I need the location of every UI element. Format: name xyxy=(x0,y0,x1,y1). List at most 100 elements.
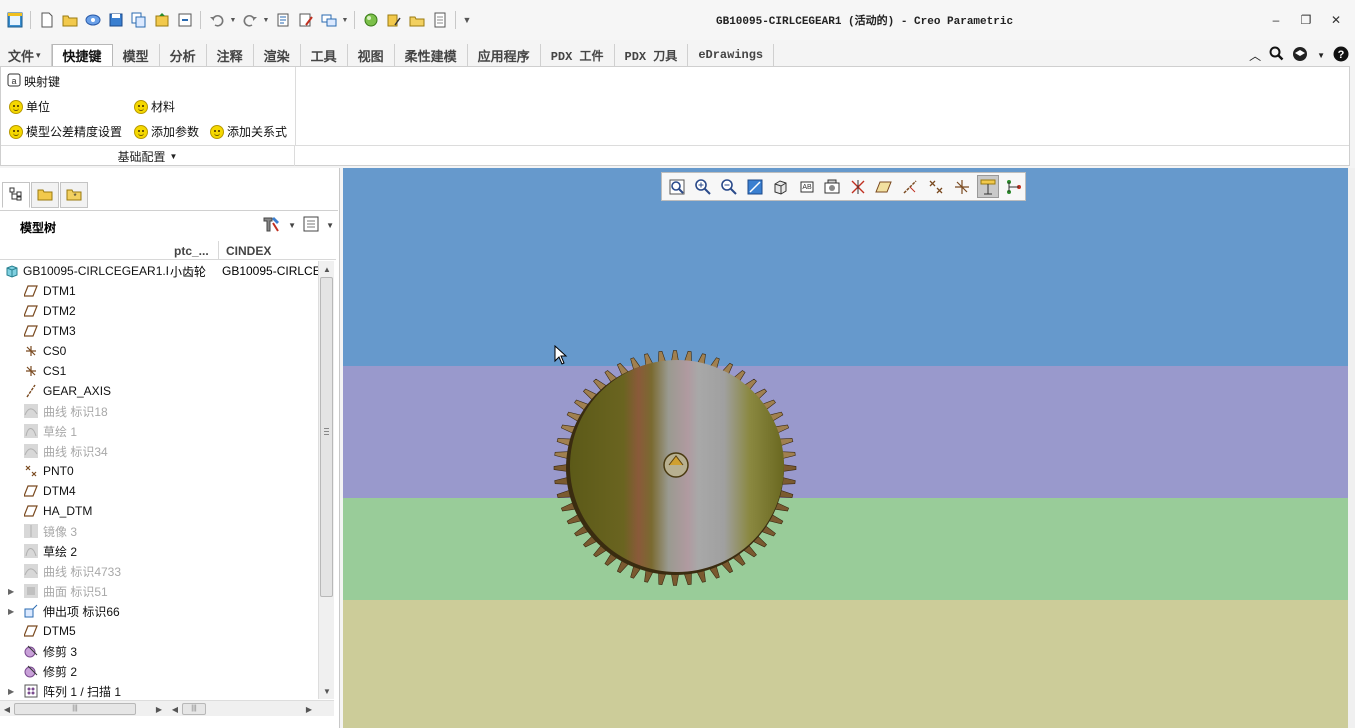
scroll-thumb[interactable] xyxy=(320,277,333,597)
tab-9[interactable]: 应用程序 xyxy=(468,44,541,66)
folder-browser-tab[interactable] xyxy=(31,182,59,208)
tab-12[interactable]: eDrawings xyxy=(688,44,775,66)
show-icon[interactable] xyxy=(302,215,320,235)
tree-row[interactable]: CS0 xyxy=(0,341,318,361)
new-icon[interactable] xyxy=(36,10,57,31)
tree-row[interactable]: DTM2 xyxy=(0,301,318,321)
copy-icon[interactable] xyxy=(128,10,149,31)
tree-row[interactable]: DTM5 xyxy=(0,621,318,641)
show-dropdown-icon[interactable]: ▼ xyxy=(326,221,334,230)
hscroll-thumb-right[interactable]: ||| xyxy=(182,703,206,715)
material-button[interactable]: 材料 xyxy=(134,98,175,115)
tree-horizontal-scrollbar[interactable]: ◀ ||| ▶ ◀ ||| ▶ xyxy=(0,700,334,716)
settings-icon[interactable] xyxy=(262,215,282,235)
column-cindex[interactable]: CINDEX xyxy=(226,244,271,258)
tree-row[interactable]: CS1 xyxy=(0,361,318,381)
regenerate-icon[interactable] xyxy=(272,10,293,31)
tree-row[interactable]: 草绘 1 xyxy=(0,421,318,441)
windows-dropdown-icon[interactable]: ▼ xyxy=(341,17,349,24)
gear-model[interactable] xyxy=(343,168,1348,728)
favorites-tab[interactable]: * xyxy=(60,182,88,208)
annotation-display-icon[interactable] xyxy=(977,175,1000,198)
display-style-icon[interactable] xyxy=(770,175,792,198)
tab-1[interactable]: 快捷键 xyxy=(51,44,113,66)
scroll-up-icon[interactable]: ▲ xyxy=(319,261,335,277)
tree-row[interactable]: ▶ 曲面 标识51 xyxy=(0,581,318,601)
hscroll-thumb-left[interactable]: ||| xyxy=(14,703,136,715)
tab-6[interactable]: 工具 xyxy=(301,44,348,66)
learning-dropdown-icon[interactable]: ▼ xyxy=(1317,51,1325,60)
saved-orientations-icon[interactable]: AB xyxy=(796,175,818,198)
tree-row[interactable]: DTM1 xyxy=(0,281,318,301)
undo-icon[interactable] xyxy=(206,10,227,31)
tree-root-row[interactable]: GB10095-CIRLCEGEAR1.PRT 小齿轮 GB10095-CIRL… xyxy=(0,261,318,281)
redo-dropdown-icon[interactable]: ▼ xyxy=(262,17,270,24)
group-label-basic-config[interactable]: 基础配置 ▼ xyxy=(1,146,295,166)
settings-dropdown-icon[interactable]: ▼ xyxy=(288,221,296,230)
tree-row[interactable]: 曲线 标识4733 xyxy=(0,561,318,581)
tree-row[interactable]: 曲线 标识34 xyxy=(0,441,318,461)
tab-3[interactable]: 分析 xyxy=(160,44,207,66)
axis-display-icon[interactable] xyxy=(899,175,921,198)
tree-row[interactable]: GEAR_AXIS xyxy=(0,381,318,401)
tree-row[interactable]: HA_DTM xyxy=(0,501,318,521)
tree-row[interactable]: 修剪 3 xyxy=(0,641,318,661)
model-tree-tab[interactable] xyxy=(2,182,30,208)
point-display-icon[interactable] xyxy=(925,175,947,198)
add-parameters-button[interactable]: 添加参数 xyxy=(134,123,199,140)
folder-icon[interactable] xyxy=(406,10,427,31)
maximize-icon[interactable]: ❐ xyxy=(1293,10,1319,30)
tree-row[interactable]: ▶ 伸出项 标识66 xyxy=(0,601,318,621)
zoom-out-icon[interactable] xyxy=(718,175,740,198)
scroll-left-icon[interactable]: ◀ xyxy=(0,701,14,717)
repaint-icon[interactable] xyxy=(744,175,766,198)
graphics-window[interactable]: AB xyxy=(343,168,1348,728)
tab-11[interactable]: PDX 刀具 xyxy=(615,44,689,66)
refit-icon[interactable] xyxy=(666,175,688,198)
tree-row[interactable]: 草绘 2 xyxy=(0,541,318,561)
search-icon[interactable] xyxy=(1269,46,1284,64)
windows-icon[interactable] xyxy=(318,10,339,31)
tree-vertical-scrollbar[interactable]: ▲ ▼ xyxy=(318,261,334,699)
undo-dropdown-icon[interactable]: ▼ xyxy=(229,17,237,24)
scroll-right-icon-2[interactable]: ▶ xyxy=(302,701,316,717)
minimize-icon[interactable]: ‒ xyxy=(1263,10,1289,30)
tree-row[interactable]: DTM4 xyxy=(0,481,318,501)
help-icon[interactable]: ? xyxy=(1333,46,1349,65)
tree-row[interactable]: PNT0 xyxy=(0,461,318,481)
customize-toolbar-icon[interactable]: ▼ xyxy=(461,15,473,25)
expand-arrow-icon[interactable]: ▶ xyxy=(8,587,16,596)
plane-display-icon[interactable] xyxy=(873,175,895,198)
edit-icon[interactable] xyxy=(295,10,316,31)
save-icon[interactable] xyxy=(105,10,126,31)
redo-icon[interactable] xyxy=(239,10,260,31)
tab-8[interactable]: 柔性建模 xyxy=(395,44,468,66)
page-icon[interactable] xyxy=(429,10,450,31)
pen-icon[interactable] xyxy=(383,10,404,31)
scroll-right-icon[interactable]: ▶ xyxy=(152,701,166,717)
learning-icon[interactable] xyxy=(1292,46,1309,64)
tab-10[interactable]: PDX 工件 xyxy=(541,44,615,66)
erase-icon[interactable] xyxy=(174,10,195,31)
tab-2[interactable]: 模型 xyxy=(113,44,160,66)
browse-icon[interactable] xyxy=(82,10,103,31)
csys-display-icon[interactable] xyxy=(951,175,973,198)
tab-0[interactable]: 文件 ▾ xyxy=(0,44,52,66)
expand-arrow-icon[interactable]: ▶ xyxy=(8,607,16,616)
publish-icon[interactable] xyxy=(151,10,172,31)
tree-row[interactable]: ▶ 阵列 1 / 扫描 1 xyxy=(0,681,318,699)
column-ptc[interactable]: ptc_... xyxy=(174,244,209,258)
add-relations-button[interactable]: 添加关系式 xyxy=(210,123,287,140)
datum-display-icon[interactable] xyxy=(847,175,869,198)
expand-arrow-icon[interactable]: ▶ xyxy=(8,687,16,696)
tree-row[interactable]: DTM3 xyxy=(0,321,318,341)
minimize-ribbon-icon[interactable]: ︿ xyxy=(1249,47,1261,64)
tree-row[interactable]: 镜像 3 xyxy=(0,521,318,541)
view-manager-icon[interactable] xyxy=(822,175,844,198)
appearance-icon[interactable] xyxy=(360,10,381,31)
scroll-left-icon-2[interactable]: ◀ xyxy=(168,701,182,717)
window-icon[interactable] xyxy=(4,10,25,31)
tree-row[interactable]: 修剪 2 xyxy=(0,661,318,681)
units-button[interactable]: 单位 xyxy=(9,98,50,115)
tab-5[interactable]: 渲染 xyxy=(254,44,301,66)
